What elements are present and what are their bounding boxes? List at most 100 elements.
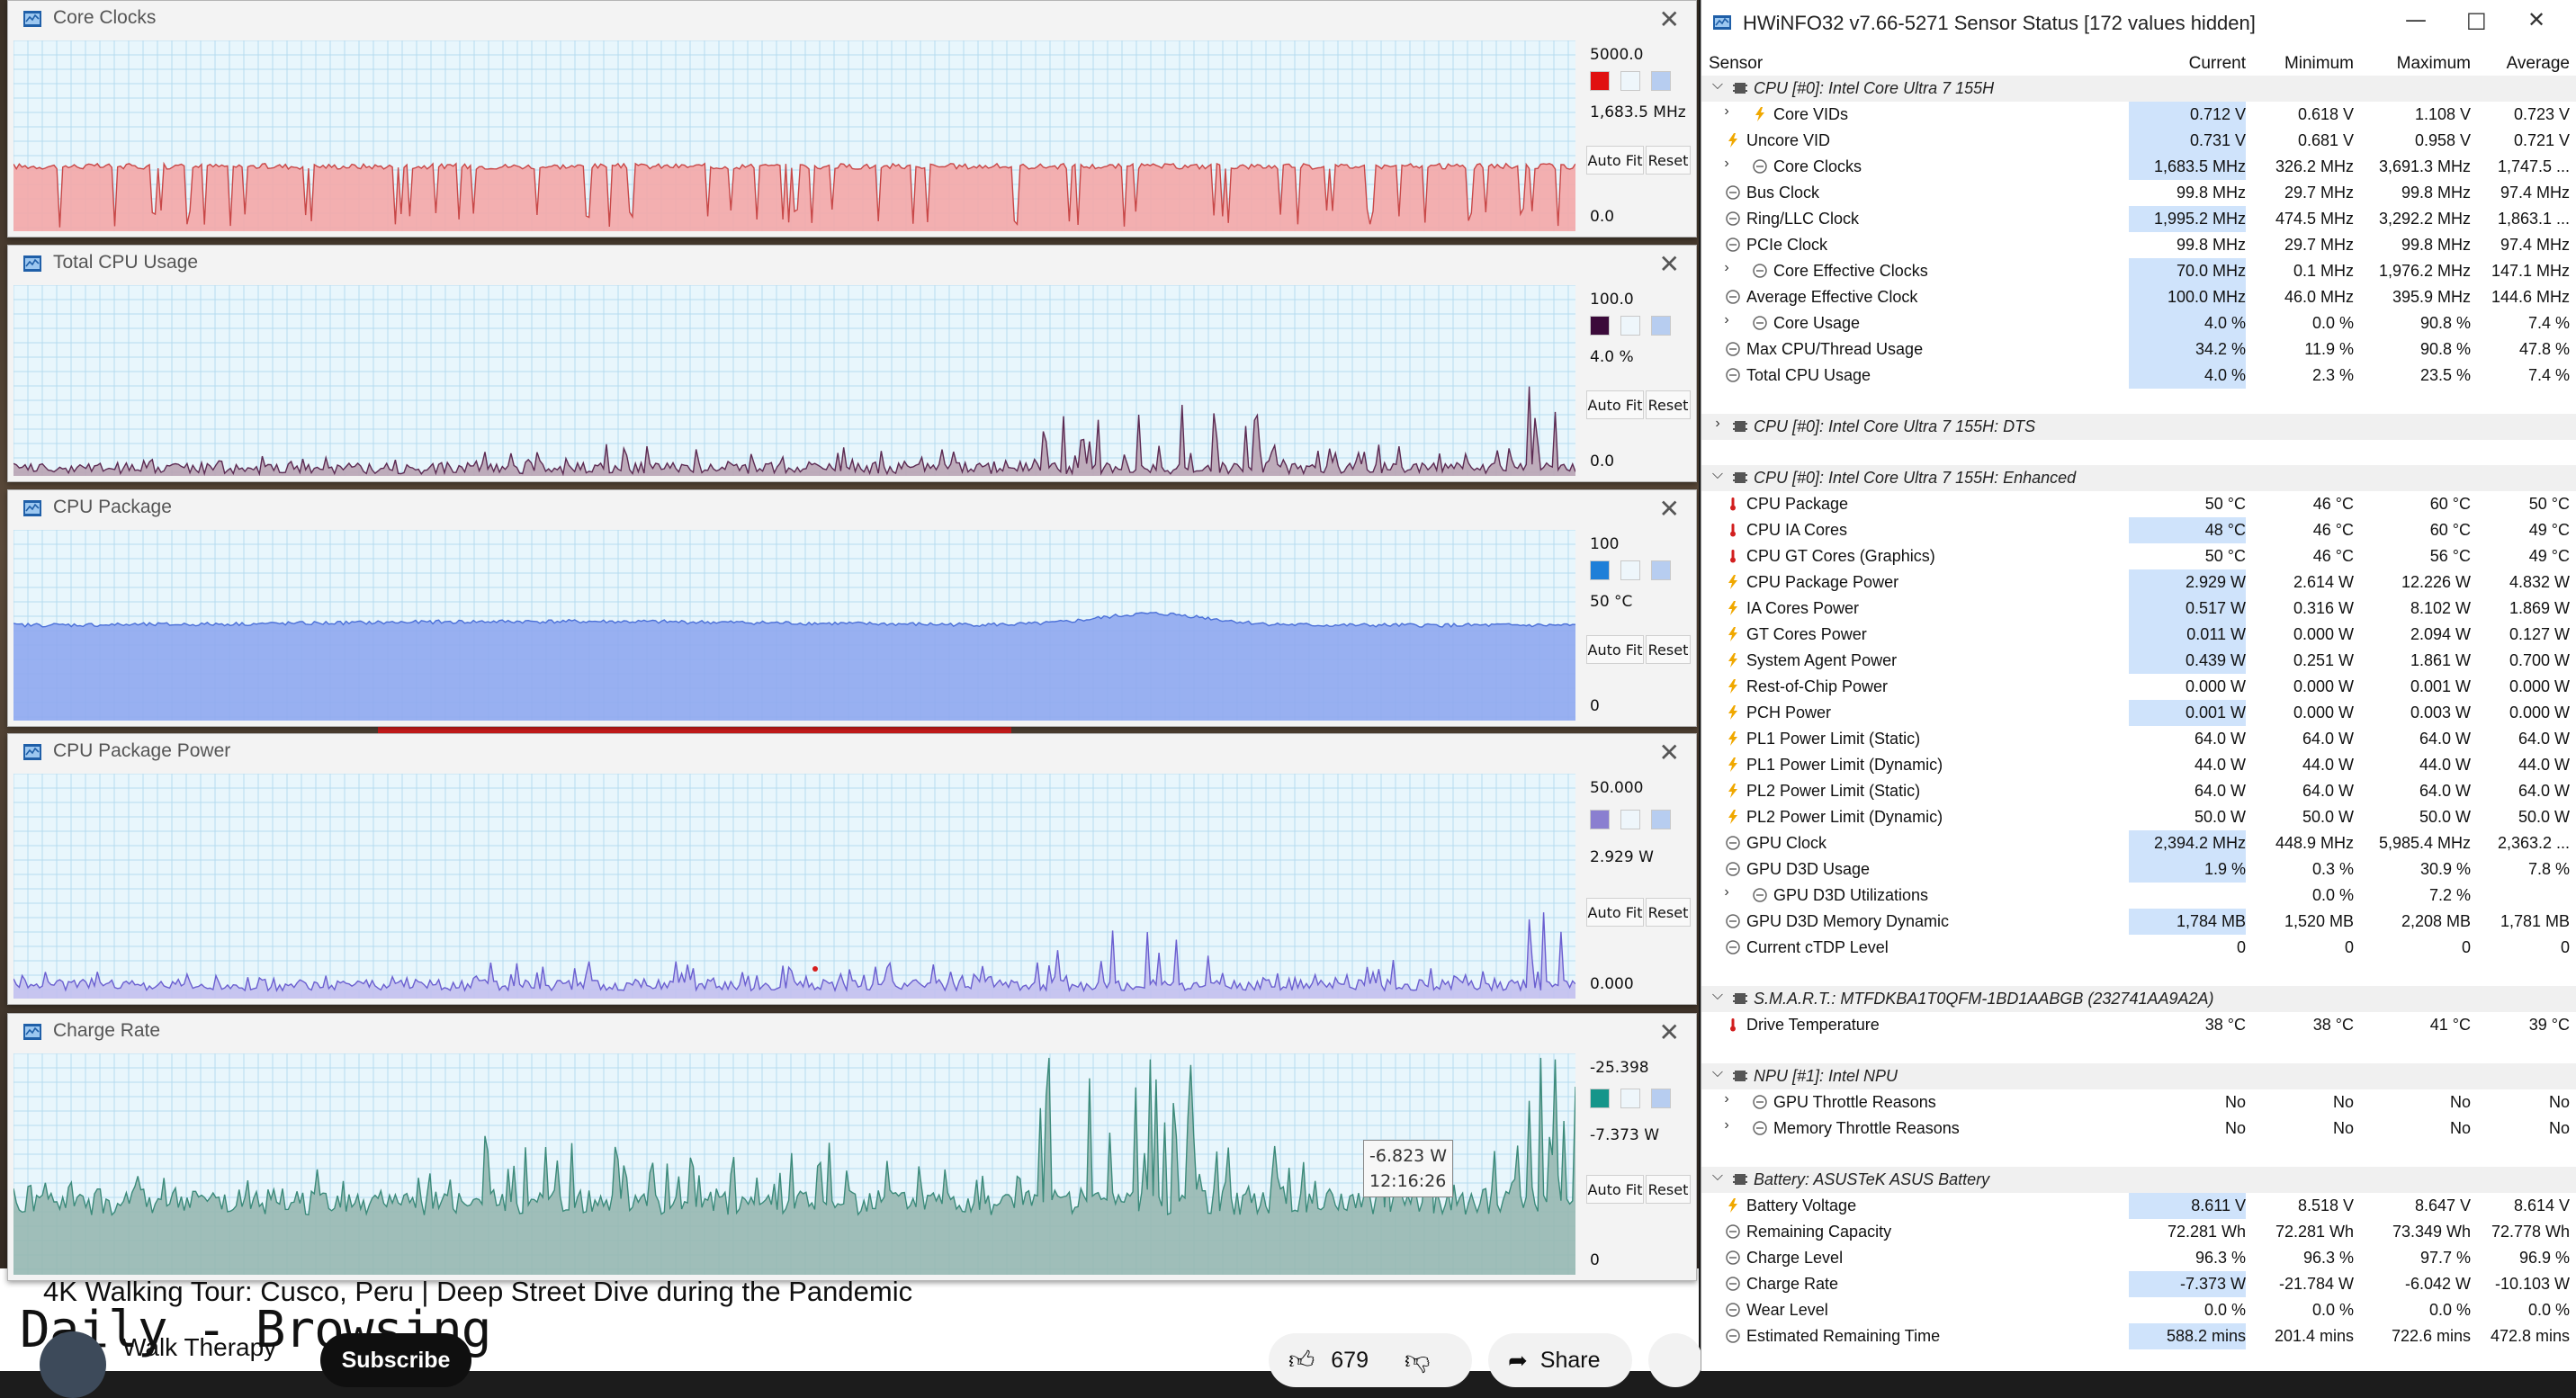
background-color-swatch[interactable]: [1620, 71, 1640, 91]
column-minimum[interactable]: Minimum: [2246, 54, 2354, 74]
sensor-row[interactable]: System Agent Power 0.439 W 0.251 W 1.861 W 0…: [1701, 648, 2576, 674]
sensor-row[interactable]: Drive Temperature 38 °C 38 °C 41 °C 39 °C: [1701, 1012, 2576, 1038]
grid-color-swatch[interactable]: [1651, 316, 1671, 336]
sensor-titlebar[interactable]: HWiNFO32 v7.66-5271 Sensor Status [172 v…: [1701, 0, 2576, 49]
sensor-group-row[interactable]: ⌵ NPU [#1]: Intel NPU: [1701, 1063, 2576, 1089]
graph-titlebar[interactable]: CPU Package Power ✕: [8, 734, 1696, 770]
sensor-row[interactable]: Total CPU Usage 4.0 % 2.3 % 23.5 % 7.4 %: [1701, 363, 2576, 389]
chevron-down-icon[interactable]: ⌵: [1710, 467, 1725, 483]
chevron-right-icon[interactable]: ›: [1719, 312, 1734, 328]
sensor-row[interactable]: GPU D3D Usage 1.9 % 0.3 % 30.9 % 7.8 %: [1701, 856, 2576, 883]
sensor-row[interactable]: Estimated Remaining Time 588.2 mins 201.4 …: [1701, 1323, 2576, 1349]
sensor-row[interactable]: Wear Level 0.0 % 0.0 % 0.0 % 0.0 %: [1701, 1297, 2576, 1323]
reset-button[interactable]: Reset: [1646, 1175, 1691, 1204]
auto-fit-button[interactable]: Auto Fit: [1586, 390, 1644, 419]
share-button[interactable]: ➦ Share: [1488, 1333, 1632, 1387]
column-maximum[interactable]: Maximum: [2354, 54, 2471, 74]
sensor-row[interactable]: › GPU Throttle Reasons No No No No: [1701, 1089, 2576, 1116]
grid-color-swatch[interactable]: [1651, 810, 1671, 829]
sensor-row[interactable]: CPU IA Cores 48 °C 46 °C 60 °C 49 °C: [1701, 517, 2576, 543]
chevron-down-icon[interactable]: ⌵: [1710, 77, 1725, 94]
chevron-right-icon[interactable]: ›: [1719, 156, 1734, 172]
sensor-row[interactable]: Uncore VID 0.731 V 0.681 V 0.958 V 0.721 V: [1701, 128, 2576, 154]
sensor-row[interactable]: PL2 Power Limit (Static) 64.0 W 64.0 W 64.0…: [1701, 778, 2576, 804]
background-color-swatch[interactable]: [1620, 810, 1640, 829]
sensor-row[interactable]: GT Cores Power 0.011 W 0.000 W 2.094 W 0.127…: [1701, 622, 2576, 648]
auto-fit-button[interactable]: Auto Fit: [1586, 146, 1644, 175]
reset-button[interactable]: Reset: [1646, 390, 1691, 419]
graph-plot-area[interactable]: [13, 40, 1575, 231]
sensor-row[interactable]: PL2 Power Limit (Dynamic) 50.0 W 50.0 W 50.…: [1701, 804, 2576, 830]
chevron-right-icon[interactable]: ›: [1719, 103, 1734, 120]
graph-plot-area[interactable]: [13, 774, 1575, 999]
graph-window-3[interactable]: CPU Package Power ✕ 50.000 2.929 W 0.000 Auto…: [7, 733, 1697, 1005]
sensor-row[interactable]: › GPU D3D Utilizations 0.0 % 7.2 %: [1701, 883, 2576, 909]
close-icon[interactable]: ✕: [1659, 738, 1680, 767]
minimize-button[interactable]: —: [2405, 7, 2427, 32]
like-button[interactable]: 👍︎ 679 👎︎: [1269, 1333, 1472, 1387]
sensor-group-row[interactable]: ⌵ CPU [#0]: Intel Core Ultra 7 155H: Enha…: [1701, 465, 2576, 491]
series-color-swatch[interactable]: [1590, 71, 1610, 91]
maximize-button[interactable]: □: [2466, 7, 2487, 32]
sensor-row[interactable]: › Memory Throttle Reasons No No No No: [1701, 1116, 2576, 1142]
chevron-right-icon[interactable]: ›: [1719, 884, 1734, 901]
column-sensor[interactable]: Sensor: [1709, 54, 1763, 74]
sensor-row[interactable]: CPU Package 50 °C 46 °C 60 °C 50 °C: [1701, 491, 2576, 517]
sensor-row[interactable]: Remaining Capacity 72.281 Wh 72.281 Wh 73.3…: [1701, 1219, 2576, 1245]
sensor-row[interactable]: PL1 Power Limit (Static) 64.0 W 64.0 W 64.0…: [1701, 726, 2576, 752]
grid-color-swatch[interactable]: [1651, 560, 1671, 580]
close-button[interactable]: ✕: [2527, 7, 2545, 32]
grid-color-swatch[interactable]: [1651, 71, 1671, 91]
grid-color-swatch[interactable]: [1651, 1089, 1671, 1108]
sensor-row[interactable]: Ring/LLC Clock 1,995.2 MHz 474.5 MHz 3,292.…: [1701, 206, 2576, 232]
sensor-row[interactable]: Average Effective Clock 100.0 MHz 46.0 MHz…: [1701, 284, 2576, 310]
channel-name[interactable]: Walk Therapy: [122, 1333, 276, 1362]
channel-avatar[interactable]: [40, 1331, 106, 1398]
sensor-row[interactable]: Bus Clock 99.8 MHz 29.7 MHz 99.8 MHz 97.4 MH…: [1701, 180, 2576, 206]
subscribe-button[interactable]: Subscribe: [320, 1333, 471, 1387]
close-icon[interactable]: ✕: [1659, 249, 1680, 279]
sensor-row[interactable]: Charge Level 96.3 % 96.3 % 97.7 % 96.9 %: [1701, 1245, 2576, 1271]
sensor-row[interactable]: Battery Voltage 8.611 V 8.518 V 8.647 V 8.61…: [1701, 1193, 2576, 1219]
chevron-down-icon[interactable]: ⌵: [1710, 1169, 1725, 1185]
series-color-swatch[interactable]: [1590, 1089, 1610, 1108]
sensor-group-row[interactable]: › CPU [#0]: Intel Core Ultra 7 155H: DTS: [1701, 414, 2576, 440]
reset-button[interactable]: Reset: [1646, 146, 1691, 175]
series-color-swatch[interactable]: [1590, 316, 1610, 336]
chevron-down-icon[interactable]: ⌵: [1710, 1065, 1725, 1081]
sensor-row[interactable]: IA Cores Power 0.517 W 0.316 W 8.102 W 1.869…: [1701, 596, 2576, 622]
background-color-swatch[interactable]: [1620, 316, 1640, 336]
close-icon[interactable]: ✕: [1659, 1017, 1680, 1047]
sensor-row[interactable]: PCH Power 0.001 W 0.000 W 0.003 W 0.000 W: [1701, 700, 2576, 726]
background-color-swatch[interactable]: [1620, 560, 1640, 580]
chevron-down-icon[interactable]: ⌵: [1710, 988, 1725, 1004]
chevron-right-icon[interactable]: ›: [1719, 1117, 1734, 1134]
sensor-row[interactable]: GPU D3D Memory Dynamic 1,784 MB 1,520 MB 2,…: [1701, 909, 2576, 935]
graph-window-0[interactable]: Core Clocks ✕ 5000.0 1,683.5 MHz 0.0 Auto Fit…: [7, 0, 1697, 237]
sensor-row[interactable]: › Core VIDs 0.712 V 0.618 V 1.108 V 0.723 V: [1701, 102, 2576, 128]
close-icon[interactable]: ✕: [1659, 4, 1680, 34]
graph-window-4[interactable]: Charge Rate ✕ -6.823 W 12:16:26 -25.398 -7.37…: [7, 1013, 1697, 1281]
sensor-row[interactable]: Rest-of-Chip Power 0.000 W 0.000 W 0.001 W 0…: [1701, 674, 2576, 700]
graph-plot-area[interactable]: [13, 285, 1575, 476]
series-color-swatch[interactable]: [1590, 560, 1610, 580]
graph-titlebar[interactable]: Total CPU Usage ✕: [8, 246, 1696, 282]
graph-titlebar[interactable]: Core Clocks ✕: [8, 1, 1696, 37]
column-average[interactable]: Average: [2471, 54, 2570, 74]
sensor-row[interactable]: › Core Effective Clocks 70.0 MHz 0.1 MHz 1,9…: [1701, 258, 2576, 284]
sensor-row[interactable]: PCIe Clock 99.8 MHz 29.7 MHz 99.8 MHz 97.4 M…: [1701, 232, 2576, 258]
auto-fit-button[interactable]: Auto Fit: [1586, 635, 1644, 664]
close-icon[interactable]: ✕: [1659, 494, 1680, 524]
series-color-swatch[interactable]: [1590, 810, 1610, 829]
sensor-row[interactable]: CPU GT Cores (Graphics) 50 °C 46 °C 56 °C 49…: [1701, 543, 2576, 569]
graph-titlebar[interactable]: Charge Rate ✕: [8, 1014, 1696, 1050]
chevron-right-icon[interactable]: ›: [1710, 416, 1725, 432]
reset-button[interactable]: Reset: [1646, 898, 1691, 927]
sensor-row[interactable]: › Core Usage 4.0 % 0.0 % 90.8 % 7.4 %: [1701, 310, 2576, 336]
sensor-row[interactable]: Charge Rate -7.373 W -21.784 W -6.042 W -10.…: [1701, 1271, 2576, 1297]
reset-button[interactable]: Reset: [1646, 635, 1691, 664]
background-color-swatch[interactable]: [1620, 1089, 1640, 1108]
graph-titlebar[interactable]: CPU Package ✕: [8, 490, 1696, 526]
auto-fit-button[interactable]: Auto Fit: [1586, 1175, 1644, 1204]
sensor-row[interactable]: CPU Package Power 2.929 W 2.614 W 12.226 W 4…: [1701, 569, 2576, 596]
